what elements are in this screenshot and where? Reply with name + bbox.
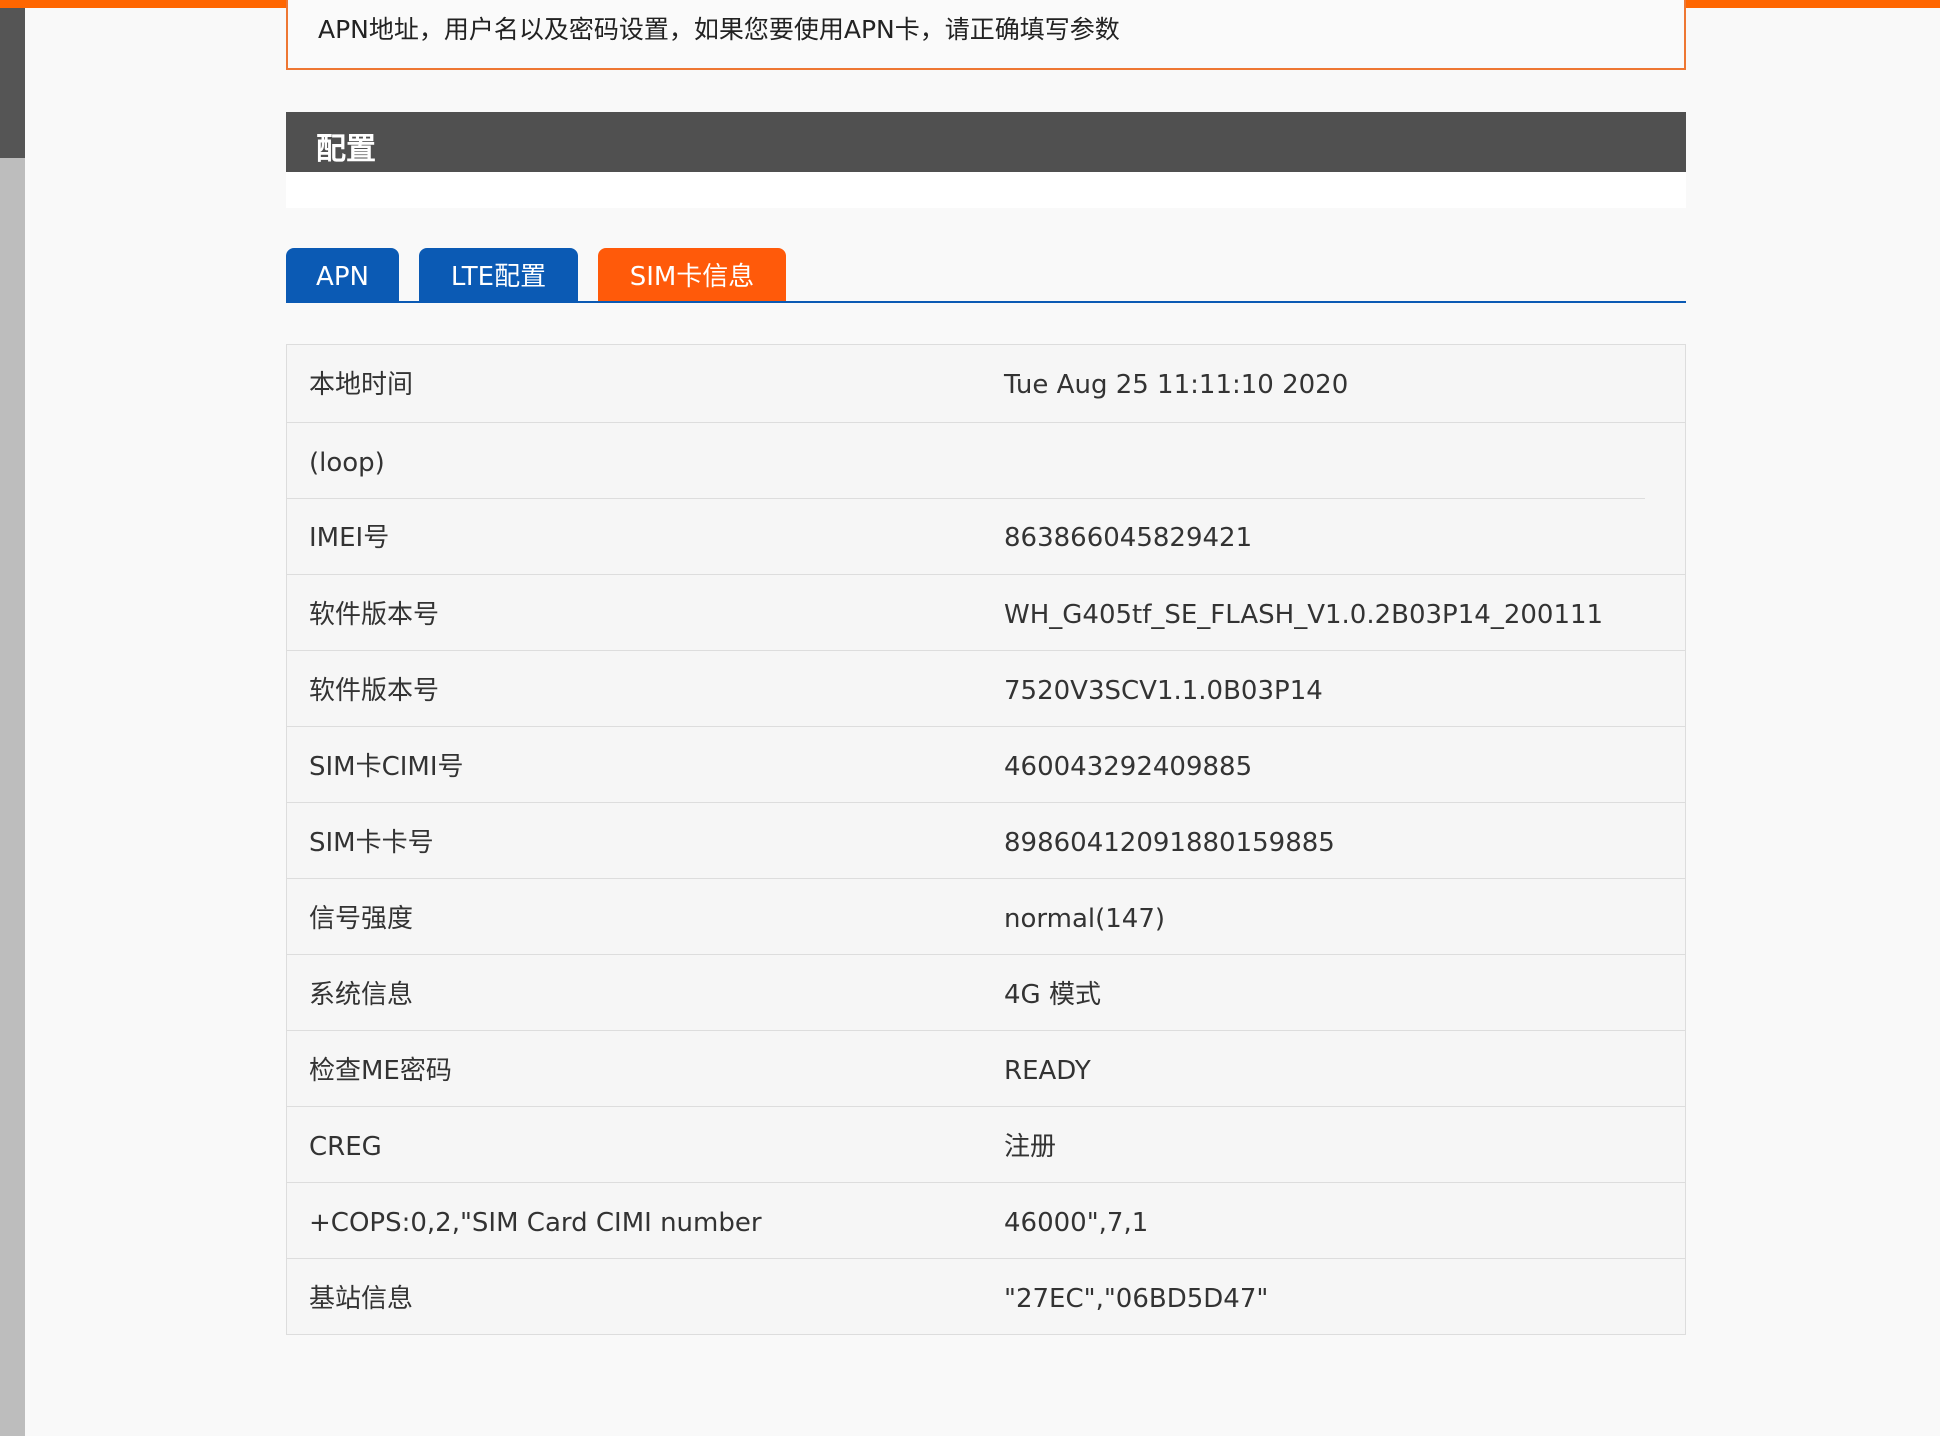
row-label: 基站信息 bbox=[309, 1284, 414, 1314]
notice-box: APN地址，用户名以及密码设置，如果您要使用APN卡，请正确填写参数 bbox=[286, 0, 1686, 70]
row-label: 软件版本号 bbox=[309, 600, 440, 630]
row-value: 4G 模式 bbox=[1004, 980, 1101, 1010]
row-label: 软件版本号 bbox=[309, 676, 440, 706]
row-value: 89860412091880159885 bbox=[1004, 828, 1335, 858]
row-label: 检查ME密码 bbox=[309, 1056, 452, 1086]
table-row-creg: CREG 注册 bbox=[287, 1106, 1685, 1182]
row-value: 注册 bbox=[1004, 1132, 1057, 1162]
table-row-signal-strength: 信号强度 normal(147) bbox=[287, 878, 1685, 954]
row-label: 信号强度 bbox=[309, 904, 414, 934]
table-row-loop: (loop) bbox=[287, 422, 1685, 498]
row-value: WH_G405tf_SE_FLASH_V1.0.2B03P14_200111 bbox=[1004, 600, 1604, 630]
tab-lte-config[interactable]: LTE配置 bbox=[419, 248, 578, 302]
row-label: +COPS:0,2,"SIM Card CIMI number bbox=[309, 1208, 762, 1238]
section-spacer bbox=[286, 172, 1686, 208]
tab-underline bbox=[286, 301, 1686, 303]
table-row-software-version-2: 软件版本号 7520V3SCV1.1.0B03P14 bbox=[287, 650, 1685, 726]
row-value: "27EC","06BD5D47" bbox=[1004, 1284, 1269, 1314]
row-label: CREG bbox=[309, 1132, 382, 1162]
row-value: READY bbox=[1004, 1056, 1091, 1086]
row-label: 系统信息 bbox=[309, 980, 414, 1010]
row-label: 本地时间 bbox=[309, 370, 414, 400]
table-row-imei: IMEI号 863866045829421 bbox=[287, 498, 1685, 574]
tab-apn[interactable]: APN bbox=[286, 248, 399, 302]
table-row-system-info: 系统信息 4G 模式 bbox=[287, 954, 1685, 1030]
row-label: IMEI号 bbox=[309, 523, 390, 553]
row-value: normal(147) bbox=[1004, 904, 1166, 934]
table-row-cops: +COPS:0,2,"SIM Card CIMI number 46000",7… bbox=[287, 1182, 1685, 1258]
notice-text: APN地址，用户名以及密码设置，如果您要使用APN卡，请正确填写参数 bbox=[318, 15, 1120, 44]
section-header: 配置 bbox=[286, 112, 1686, 172]
table-row-software-version: 软件版本号 WH_G405tf_SE_FLASH_V1.0.2B03P14_20… bbox=[287, 574, 1685, 650]
table-row-local-time: 本地时间 Tue Aug 25 11:11:10 2020 bbox=[287, 345, 1685, 422]
row-value: 460043292409885 bbox=[1004, 752, 1253, 782]
row-value: 46000",7,1 bbox=[1004, 1208, 1149, 1238]
sim-info-table: 本地时间 Tue Aug 25 11:11:10 2020 (loop) IME… bbox=[286, 344, 1686, 1335]
row-value: 863866045829421 bbox=[1004, 523, 1253, 553]
row-value: 7520V3SCV1.1.0B03P14 bbox=[1004, 676, 1323, 706]
row-label: SIM卡CIMI号 bbox=[309, 752, 464, 782]
table-row-base-station: 基站信息 "27EC","06BD5D47" bbox=[287, 1258, 1685, 1334]
section-title: 配置 bbox=[316, 132, 376, 167]
left-scroll-rail[interactable] bbox=[0, 8, 25, 1436]
left-scroll-thumb[interactable] bbox=[0, 8, 25, 158]
row-value: Tue Aug 25 11:11:10 2020 bbox=[1004, 370, 1349, 400]
tab-sim-info[interactable]: SIM卡信息 bbox=[598, 248, 786, 302]
table-row-sim-cimi: SIM卡CIMI号 460043292409885 bbox=[287, 726, 1685, 802]
table-row-sim-number: SIM卡卡号 89860412091880159885 bbox=[287, 802, 1685, 878]
row-label: (loop) bbox=[309, 448, 385, 478]
table-row-me-password: 检查ME密码 READY bbox=[287, 1030, 1685, 1106]
row-label: SIM卡卡号 bbox=[309, 828, 434, 858]
